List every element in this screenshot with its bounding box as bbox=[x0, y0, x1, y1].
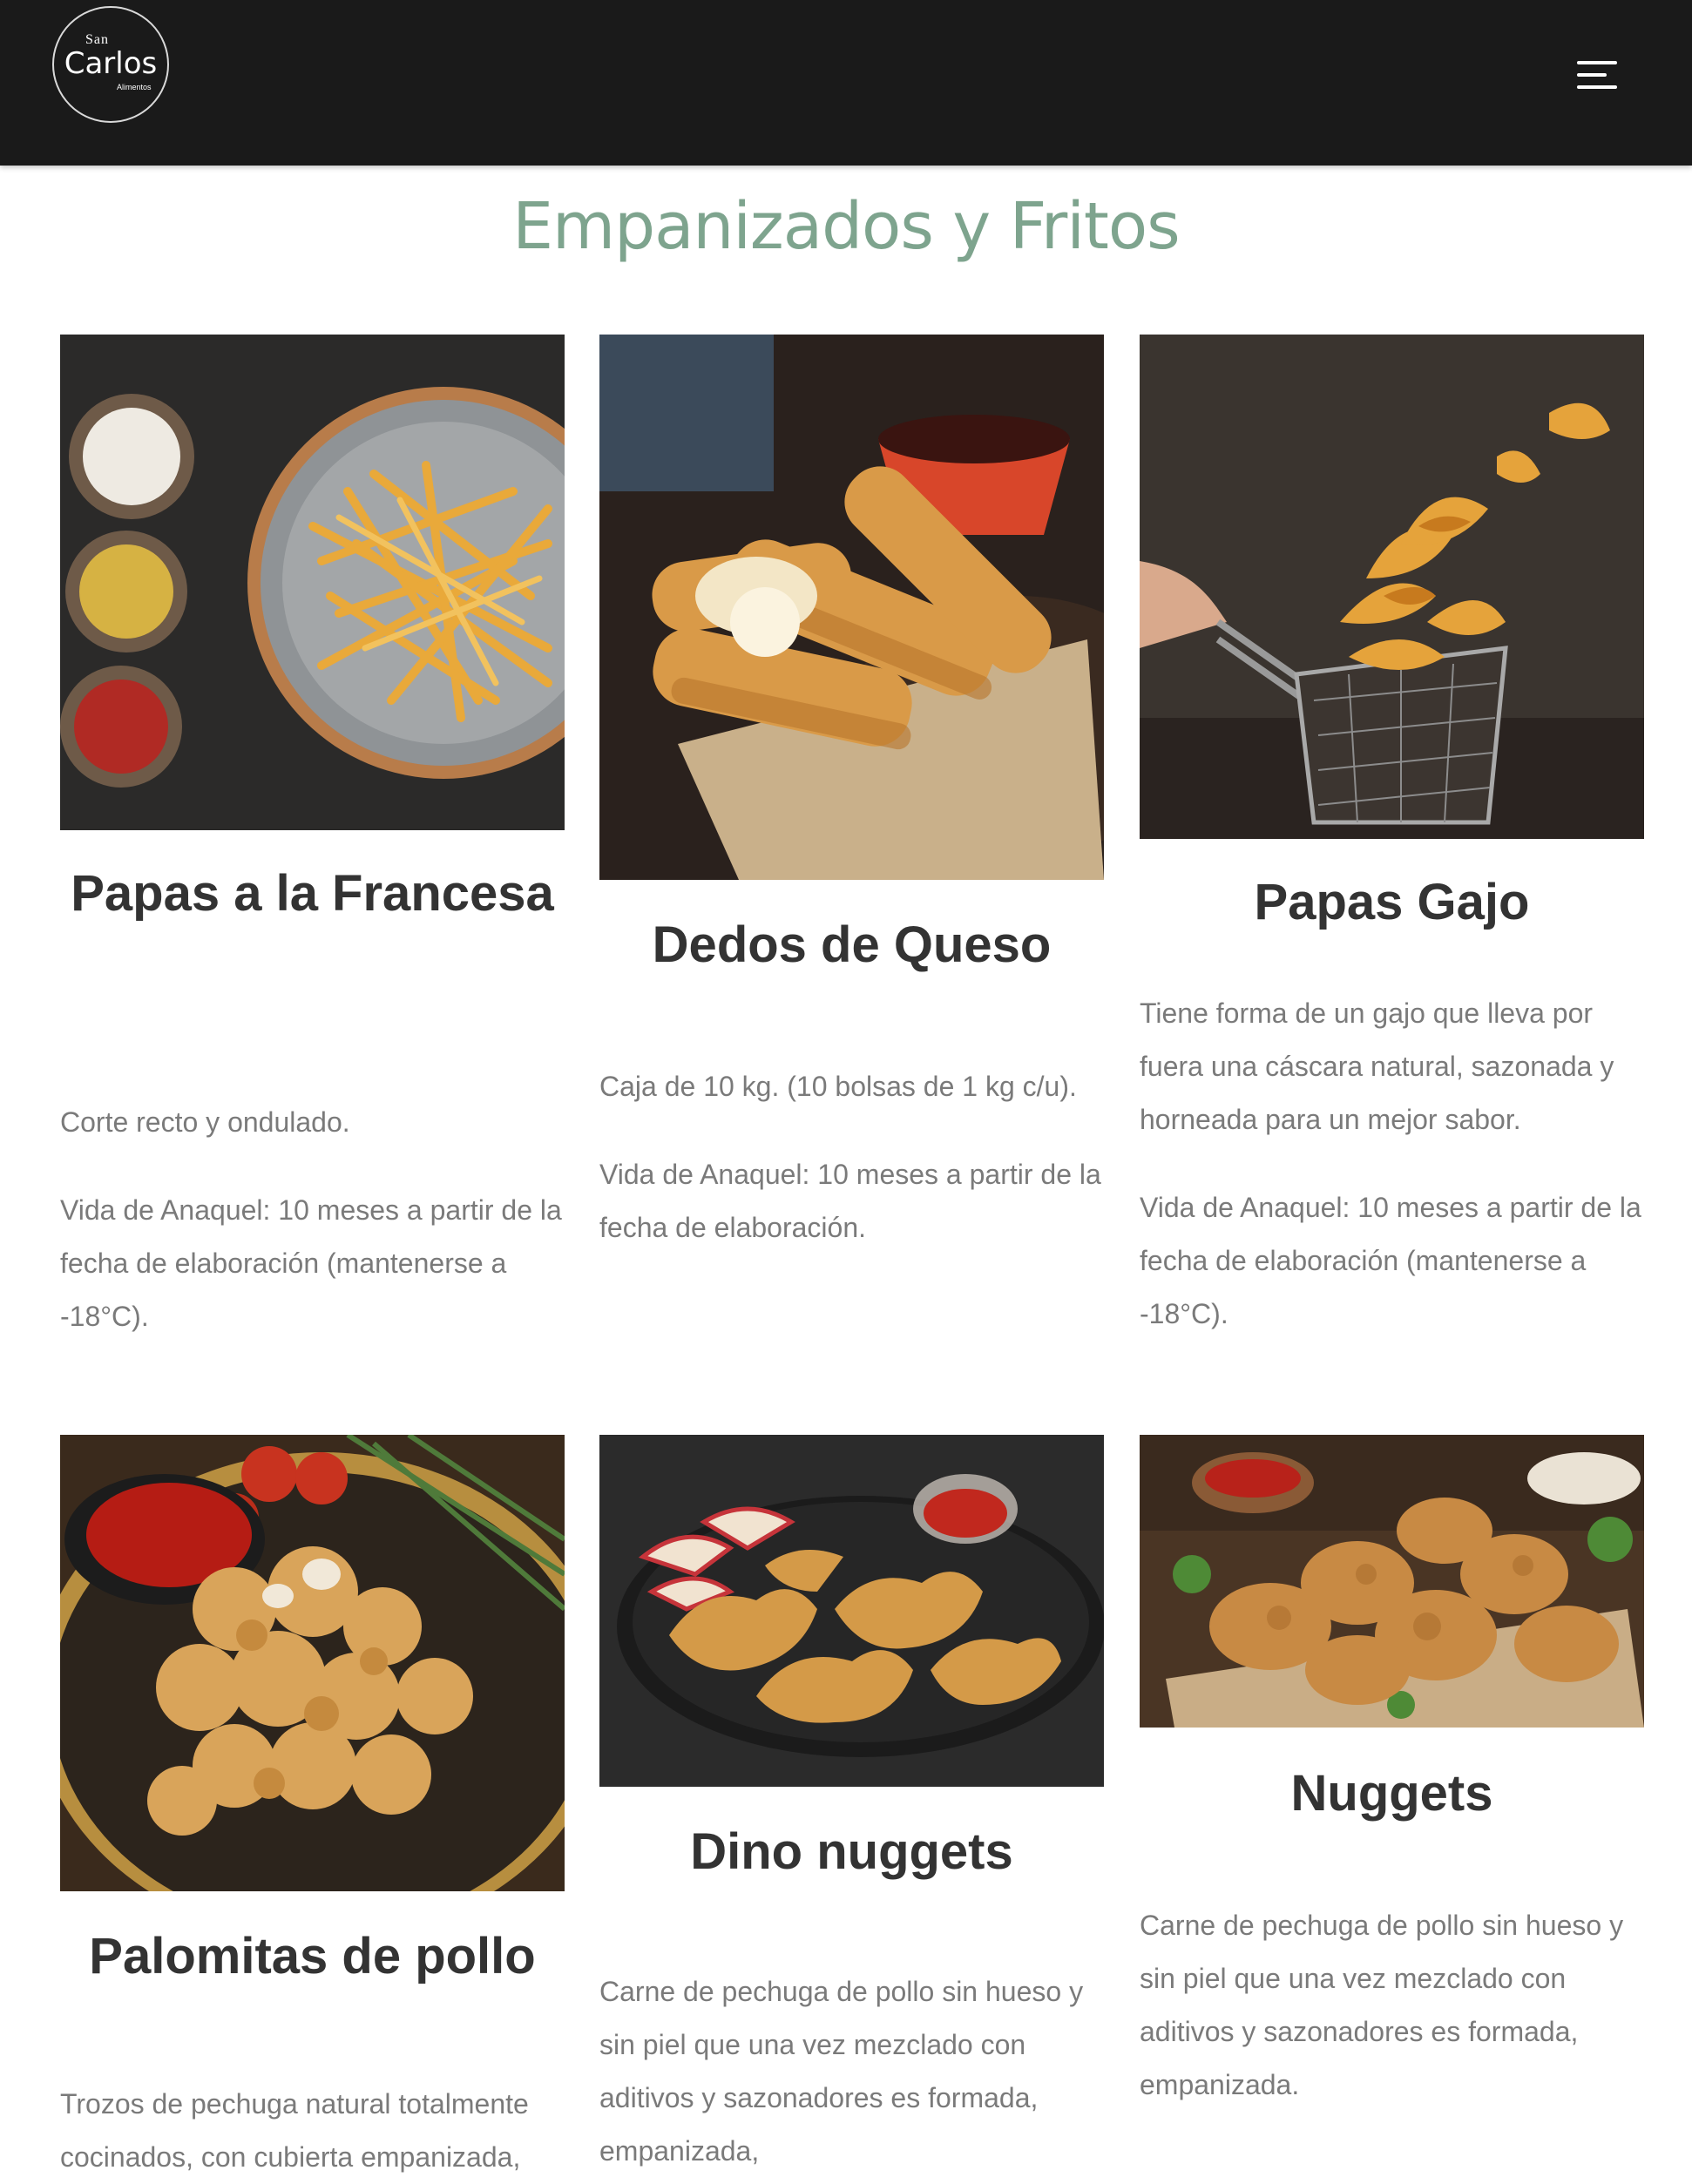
product-description: Trozos de pechuga natural totalmente coc… bbox=[60, 2088, 529, 2173]
logo-line-carlos: Carlos bbox=[64, 46, 158, 81]
cheese-sticks-image bbox=[599, 335, 1104, 880]
french-fries-plate-image bbox=[60, 335, 565, 830]
dino-nuggets-image bbox=[599, 1435, 1104, 1787]
chicken-nuggets-image bbox=[1140, 1435, 1644, 1728]
product-shelf-life: Vida de Anaquel: 10 meses a partir de la… bbox=[599, 1159, 1101, 1243]
popcorn-chicken-image bbox=[60, 1435, 565, 1891]
product-name: Nuggets bbox=[1290, 1765, 1493, 1822]
product-description: Caja de 10 kg. (10 bolsas de 1 kg c/u). bbox=[599, 1071, 1077, 1102]
product-card: Nuggets Carne de pechuga de pollo sin hu… bbox=[1140, 1435, 1644, 2112]
product-description: Carne de pechuga de pollo sin hueso y si… bbox=[599, 1976, 1084, 2167]
product-name: Dedos de Queso bbox=[652, 916, 1052, 973]
product-card: Papas Gajo Tiene forma de un gajo que ll… bbox=[1140, 335, 1644, 1341]
product-name: Dino nuggets bbox=[690, 1823, 1013, 1880]
product-card: Papas a la Francesa Corte recto y ondula… bbox=[60, 335, 565, 1343]
product-shelf-life: Vida de Anaquel: 10 meses a partir de la… bbox=[60, 1194, 562, 1332]
product-description: Carne de pechuga de pollo sin hueso y si… bbox=[1140, 1910, 1624, 2100]
logo-line-alimentos: Alimentos bbox=[117, 83, 152, 91]
section-title: Empanizados y Fritos bbox=[512, 189, 1180, 264]
site-header: San Carlos Alimentos bbox=[0, 0, 1692, 166]
san-carlos-logo[interactable]: San Carlos Alimentos bbox=[52, 6, 169, 123]
product-card: Dedos de Queso Caja de 10 kg. (10 bolsas… bbox=[599, 335, 1104, 1254]
menu-line bbox=[1577, 73, 1607, 77]
product-name: Papas Gajo bbox=[1254, 874, 1530, 930]
menu-line bbox=[1577, 61, 1617, 64]
hamburger-menu-icon[interactable] bbox=[1577, 56, 1626, 94]
product-card: Palomitas de pollo Trozos de pechuga nat… bbox=[60, 1435, 565, 2184]
product-card: Dino nuggets Carne de pechuga de pollo s… bbox=[599, 1435, 1104, 2178]
product-name: Papas a la Francesa bbox=[71, 865, 554, 922]
product-name: Palomitas de pollo bbox=[89, 1928, 536, 1985]
product-shelf-life: Vida de Anaquel: 10 meses a partir de la… bbox=[1140, 1192, 1641, 1329]
product-description: Corte recto y ondulado. bbox=[60, 1106, 350, 1138]
product-description: Tiene forma de un gajo que lleva por fue… bbox=[1140, 997, 1614, 1135]
potato-wedges-basket-image bbox=[1140, 335, 1644, 839]
menu-line bbox=[1577, 85, 1617, 89]
